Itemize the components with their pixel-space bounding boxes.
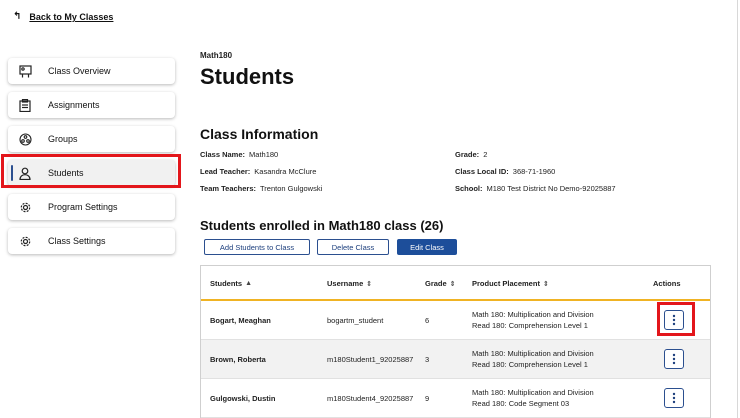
product-placement-read: Read 180: Comprehension Level 1 (472, 321, 588, 330)
product-placement-math: Math 180: Multiplication and Division (472, 388, 594, 397)
sidebar-item-label: Program Settings (48, 202, 118, 212)
student-grade: 3 (425, 355, 430, 364)
team-teachers-value: Trenton Gulgowski (260, 184, 323, 193)
kebab-menu-icon (672, 353, 676, 365)
column-header-grade[interactable]: Grade ⇕ (425, 279, 456, 288)
student-name[interactable]: Bogart, Meaghan (210, 316, 271, 325)
class-name-value: Math180 (249, 150, 279, 159)
sidebar-item-label: Assignments (48, 100, 100, 110)
back-arrow-icon: ↰ (13, 11, 22, 22)
back-link-label: Back to My Classes (29, 12, 114, 22)
school-label: School: (455, 184, 483, 193)
class-overview-icon (18, 64, 32, 78)
product-placement-math: Math 180: Multiplication and Division (472, 349, 594, 358)
column-header-username[interactable]: Username ⇕ (327, 279, 372, 288)
product-placement-read: Read 180: Comprehension Level 1 (472, 360, 588, 369)
kebab-menu-icon (672, 314, 676, 326)
column-header-product-placement[interactable]: Product Placement ⇕ (472, 279, 549, 288)
grade-value: 2 (483, 150, 488, 159)
course-label: Math180 (200, 51, 233, 60)
students-table: Students ▲ Username ⇕ Grade ⇕ Product Place… (200, 265, 711, 418)
student-icon (18, 166, 32, 180)
edit-class-button[interactable]: Edit Class (397, 239, 457, 255)
class-name-label: Class Name: (200, 150, 246, 159)
gear-icon (18, 234, 32, 248)
lead-teacher-label: Lead Teacher: (200, 167, 251, 176)
sidebar-item-program-settings[interactable]: Program Settings (8, 194, 175, 220)
sidebar-item-groups[interactable]: Groups (8, 126, 175, 152)
table-header: Students ▲ Username ⇕ Grade ⇕ Product Place… (201, 266, 710, 301)
back-to-classes-link[interactable]: ↰ Back to My Classes (13, 11, 114, 23)
team-teachers-field: Team Teachers: Trenton Gulgowski (200, 184, 322, 193)
sidebar-item-label: Students (48, 168, 84, 178)
class-local-id-value: 368-71-1960 (512, 167, 556, 176)
sidebar-item-label: Class Settings (48, 236, 106, 246)
sort-ascending-icon: ▲ (245, 280, 253, 287)
delete-class-button[interactable]: Delete Class (317, 239, 389, 255)
kebab-menu-icon (672, 392, 676, 404)
table-row: Brown, Roberta m180Student1_92025887 3 M… (201, 340, 710, 379)
column-header-students[interactable]: Students ▲ (210, 279, 252, 288)
class-local-id-field: Class Local ID: 368-71-1960 (455, 167, 555, 176)
row-actions-button[interactable] (664, 349, 684, 369)
class-local-id-label: Class Local ID: (455, 167, 509, 176)
page-title: Students (200, 64, 295, 89)
student-grade: 9 (425, 394, 430, 403)
page-scrollbar-track (737, 0, 738, 418)
sort-icon: ⇕ (542, 280, 549, 288)
student-name[interactable]: Brown, Roberta (210, 355, 266, 364)
grade-label: Grade: (455, 150, 480, 159)
column-header-label: Username (327, 279, 364, 288)
column-header-label: Students (210, 279, 243, 288)
team-teachers-label: Team Teachers: (200, 184, 256, 193)
enrolled-students-heading: Students enrolled in Math180 class (26) (200, 218, 444, 233)
clipboard-icon (18, 98, 32, 112)
product-placement-read: Read 180: Code Segment 03 (472, 399, 570, 408)
table-row: Gulgowski, Dustin m180Student4_92025887 … (201, 379, 710, 418)
sidebar-item-class-settings[interactable]: Class Settings (8, 228, 175, 254)
student-username: m180Student4_92025887 (327, 394, 414, 403)
sidebar-item-students[interactable]: Students (8, 160, 175, 186)
school-value: M180 Test District No Demo-92025887 (486, 184, 616, 193)
column-header-label: Grade (425, 279, 447, 288)
lead-teacher-field: Lead Teacher: Kasandra McClure (200, 167, 316, 176)
sidebar-item-class-overview[interactable]: Class Overview (8, 58, 175, 84)
student-grade: 6 (425, 316, 430, 325)
student-username: m180Student1_92025887 (327, 355, 414, 364)
class-information-heading: Class Information (200, 126, 319, 142)
table-row: Bogart, Meaghan bogartm_student 6 Math 1… (201, 301, 710, 340)
column-header-actions: Actions (653, 279, 681, 288)
class-name-field: Class Name: Math180 (200, 150, 278, 159)
grade-field: Grade: 2 (455, 150, 487, 159)
sidebar-item-label: Groups (48, 134, 78, 144)
groups-icon (18, 132, 32, 146)
sort-icon: ⇕ (449, 280, 456, 288)
add-students-button[interactable]: Add Students to Class (204, 239, 310, 255)
sidebar-item-label: Class Overview (48, 66, 111, 76)
column-header-label: Product Placement (472, 279, 540, 288)
student-name[interactable]: Gulgowski, Dustin (210, 394, 275, 403)
student-username: bogartm_student (327, 316, 384, 325)
row-actions-button[interactable] (664, 388, 684, 408)
row-actions-button[interactable] (664, 310, 684, 330)
product-placement-math: Math 180: Multiplication and Division (472, 310, 594, 319)
gear-icon (18, 200, 32, 214)
lead-teacher-value: Kasandra McClure (254, 167, 317, 176)
sort-icon: ⇕ (366, 280, 373, 288)
column-header-label: Actions (653, 279, 681, 288)
sidebar-nav: Class Overview Assignments Groups Studen… (8, 58, 175, 262)
sidebar-item-assignments[interactable]: Assignments (8, 92, 175, 118)
school-field: School: M180 Test District No Demo-920258… (455, 184, 616, 193)
